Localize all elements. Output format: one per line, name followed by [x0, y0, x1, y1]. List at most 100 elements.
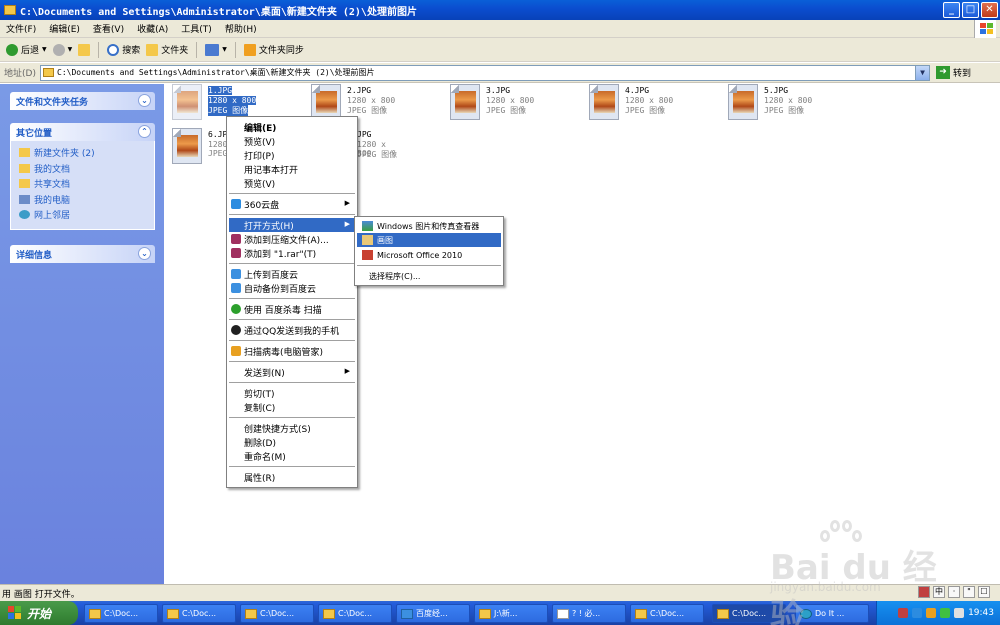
menu-view[interactable]: 查看(V) [93, 22, 124, 35]
menu-file[interactable]: 文件(F) [6, 22, 36, 35]
file-item-4[interactable]: 4.JPG 1280 x 800 JPEG 图像 [589, 84, 724, 128]
menu-item-360-cloud[interactable]: 360云盘 ▶ [229, 197, 355, 211]
clock[interactable]: 19:43 [968, 608, 994, 618]
menu-item-create-shortcut[interactable]: 创建快捷方式(S) [229, 421, 355, 435]
menu-item-send-to[interactable]: 发送到(N) ▶ [229, 365, 355, 379]
menu-item-edit[interactable]: 编辑(E) [229, 120, 355, 134]
menu-item-add-rar[interactable]: 添加到 "1.rar"(T) [229, 246, 355, 260]
taskbar-button-1[interactable]: C:\Doc... [84, 604, 158, 623]
taskbar-button-7[interactable]: ? ! 必... [552, 604, 626, 623]
place-network[interactable]: 网上邻居 [19, 207, 154, 223]
menu-item-open-with[interactable]: 打开方式(H) ▶ [229, 218, 355, 232]
image-file-icon [172, 84, 202, 120]
details-header[interactable]: 详细信息 ⌄ [10, 245, 155, 263]
menu-item-add-archive[interactable]: 添加到压缩文件(A)... [229, 232, 355, 246]
menu-item-pc-manager-scan[interactable]: 扫描病毒(电脑管家) [229, 344, 355, 358]
file-dims: 1280 x 800 [347, 96, 396, 105]
address-input[interactable]: C:\Documents and Settings\Administrator\… [40, 64, 930, 81]
taskbar-button-6[interactable]: J:\新... [474, 604, 548, 623]
taskbar-label: C:\Doc... [260, 609, 295, 618]
image-file-icon [589, 84, 619, 120]
views-button[interactable]: ▼ [205, 43, 227, 56]
close-button[interactable]: ✕ [981, 2, 998, 18]
start-button[interactable]: 开始 [0, 601, 78, 625]
maximize-button[interactable]: □ [962, 2, 979, 18]
taskbar-button-3[interactable]: C:\Doc... [240, 604, 314, 623]
menu-item-open-notepad[interactable]: 用记事本打开 [229, 162, 355, 176]
menu-item-qq-phone[interactable]: 通过QQ发送到我的手机 [229, 323, 355, 337]
windows-flag-icon [8, 606, 22, 620]
place-label: 我的文档 [34, 164, 71, 175]
chevron-up-icon[interactable]: ⌃ [138, 125, 151, 138]
status-text: 用 画图 打开文件。 [2, 589, 80, 600]
menu-item-delete[interactable]: 删除(D) [229, 435, 355, 449]
file-tasks-header[interactable]: 文件和文件夹任务 ⌄ [10, 92, 155, 110]
chevron-down-icon[interactable]: ⌄ [138, 94, 151, 107]
file-item-5[interactable]: 5.JPG 1280 x 800 JPEG 图像 [728, 84, 863, 128]
menu-item-baidu-antivirus[interactable]: 使用 百度杀毒 扫描 [229, 302, 355, 316]
file-item-3[interactable]: 3.JPG 1280 x 800 JPEG 图像 [450, 84, 585, 128]
file-name: 3.JPG [486, 86, 511, 95]
menu-help[interactable]: 帮助(H) [225, 22, 257, 35]
submenu-item-paint[interactable]: 画图 [357, 233, 501, 247]
submenu-item-picture-viewer[interactable]: Windows 图片和传真查看器 [357, 219, 501, 233]
menu-item-copy[interactable]: 复制(C) [229, 400, 355, 414]
file-name: 1.JPG [208, 86, 233, 95]
menu-item-rename[interactable]: 重命名(M) [229, 449, 355, 463]
submenu-item-choose-program[interactable]: 选择程序(C)... [357, 269, 501, 283]
menu-item-preview[interactable]: 预览(V) [229, 134, 355, 148]
taskbar-button-2[interactable]: C:\Doc... [162, 604, 236, 623]
submenu-arrow-icon: ▶ [344, 220, 350, 228]
file-type: JPEG 图像 [764, 106, 805, 115]
place-my-computer[interactable]: 我的电脑 [19, 192, 154, 208]
other-places-title: 其它位置 [16, 128, 53, 139]
file-type: JPEG [208, 149, 228, 158]
menu-item-cut[interactable]: 剪切(T) [229, 386, 355, 400]
taskbar-button-4[interactable]: C:\Doc... [318, 604, 392, 623]
search-button[interactable]: 搜索 [107, 43, 140, 56]
menu-favorites[interactable]: 收藏(A) [137, 22, 168, 35]
go-arrow-icon: ➜ [936, 66, 950, 79]
title-bar[interactable]: C:\Documents and Settings\Administrator\… [0, 0, 1000, 20]
cloud-icon [231, 199, 241, 209]
forward-button[interactable]: ▼ [52, 43, 72, 56]
go-button[interactable]: ➜ 转到 [936, 66, 971, 79]
ime-keyboard[interactable]: ☐ [978, 586, 990, 598]
forward-arrow-icon [52, 43, 65, 56]
up-folder-icon [78, 43, 91, 56]
address-label: 地址(D) [4, 69, 36, 79]
place-my-documents[interactable]: 我的文档 [19, 161, 154, 177]
menu-item-properties[interactable]: 属性(R) [229, 470, 355, 484]
start-label: 开始 [27, 606, 52, 621]
file-item-6[interactable]: 6.JPG 1280 JPEG [172, 128, 232, 172]
menu-tools[interactable]: 工具(T) [181, 22, 212, 35]
place-shared-documents[interactable]: 共享文档 [19, 176, 154, 192]
menu-edit[interactable]: 编辑(E) [49, 22, 80, 35]
taskbar-label: C:\Doc... [650, 609, 685, 618]
menu-item-print[interactable]: 打印(P) [229, 148, 355, 162]
menu-item-backup-baidu[interactable]: 自动备份到百度云 [229, 281, 355, 295]
baidu-cloud-icon [231, 283, 241, 293]
menu-item-preview-2[interactable]: 预览(V) [229, 176, 355, 190]
place-label: 共享文档 [34, 180, 71, 191]
folders-button[interactable]: 文件夹 [146, 43, 188, 56]
menu-label: 通过QQ发送到我的手机 [244, 326, 340, 337]
menu-label: 360云盘 [244, 200, 280, 211]
taskbar-label: C:\Doc... [338, 609, 373, 618]
back-button[interactable]: 后退 ▼ [6, 43, 47, 56]
menu-label: Microsoft Office 2010 [377, 250, 463, 260]
place-new-folder[interactable]: 新建文件夹 (2) [19, 145, 154, 161]
chevron-down-icon[interactable]: ⌄ [138, 247, 151, 260]
address-dropdown-icon[interactable]: ▼ [915, 65, 929, 80]
taskbar-button-5[interactable]: 百度经... [396, 604, 470, 623]
menu-item-upload-baidu[interactable]: 上传到百度云 [229, 267, 355, 281]
submenu-item-office[interactable]: Microsoft Office 2010 [357, 248, 501, 262]
up-folder-button[interactable] [78, 43, 91, 56]
file-type: JPEG 图像 [357, 150, 398, 159]
minimize-button[interactable]: _ [943, 2, 960, 18]
shield-icon [231, 346, 241, 356]
taskbar-button-8[interactable]: C:\Doc... [630, 604, 704, 623]
file-name: 4.JPG [625, 86, 650, 95]
folder-sync-button[interactable]: 文件夹同步 [243, 43, 304, 56]
other-places-header[interactable]: 其它位置 ⌃ [10, 123, 155, 141]
